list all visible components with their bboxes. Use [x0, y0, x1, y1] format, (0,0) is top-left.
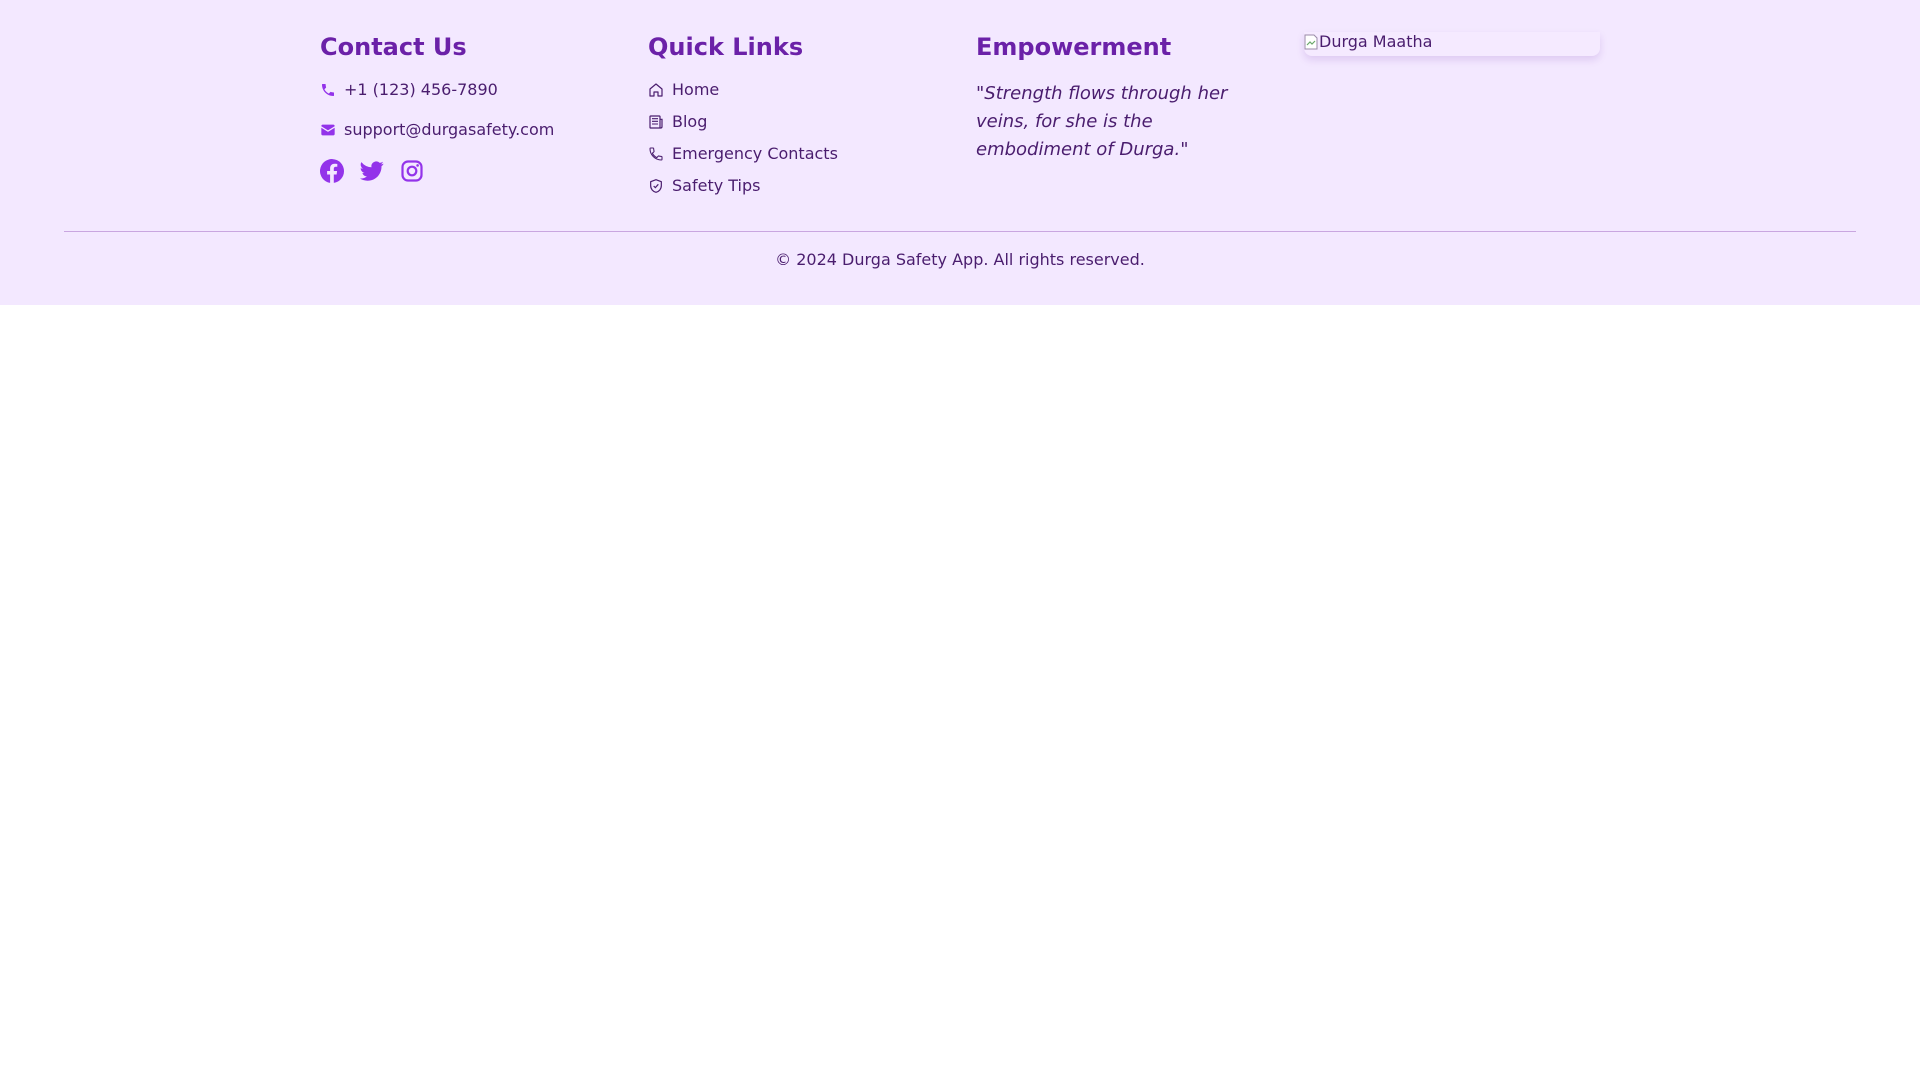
broken-image-icon — [1304, 34, 1318, 50]
blog-icon — [648, 114, 664, 130]
contact-email[interactable]: support@durgasafety.com — [320, 120, 554, 139]
link-safety-tips[interactable]: Safety Tips — [648, 176, 760, 195]
quick-links-section: Quick Links Home Blog Emergency Contacts — [648, 30, 948, 195]
phone-outline-icon — [648, 146, 664, 162]
empowerment-section: Empowerment "Strength flows through her … — [976, 30, 1266, 160]
link-emergency-contacts-label: Emergency Contacts — [672, 144, 838, 163]
empowerment-quote: "Strength flows through her veins, for s… — [976, 83, 1228, 160]
contact-heading: Contact Us — [320, 33, 467, 61]
social-links — [320, 159, 440, 183]
footer-columns: Contact Us +1 (123) 456-7890 support@dur… — [320, 30, 1620, 210]
shield-icon — [648, 178, 664, 194]
link-home-label: Home — [672, 80, 720, 99]
contact-section: Contact Us +1 (123) 456-7890 support@dur… — [320, 30, 620, 183]
image-alt-text: Durga Maatha — [1319, 32, 1433, 51]
phone-icon — [320, 82, 336, 98]
envelope-icon — [320, 122, 336, 138]
link-blog[interactable]: Blog — [648, 112, 707, 131]
email-address: support@durgasafety.com — [344, 120, 555, 139]
facebook-icon[interactable] — [320, 159, 344, 183]
link-home[interactable]: Home — [648, 80, 719, 99]
twitter-icon[interactable] — [360, 159, 384, 183]
instagram-icon[interactable] — [400, 159, 424, 183]
contact-phone[interactable]: +1 (123) 456-7890 — [320, 80, 498, 99]
link-blog-label: Blog — [672, 112, 708, 131]
copyright-text: © 2024 Durga Safety App. All rights rese… — [775, 250, 1145, 269]
link-safety-tips-label: Safety Tips — [672, 176, 761, 195]
empowerment-heading: Empowerment — [976, 33, 1172, 61]
site-footer: Contact Us +1 (123) 456-7890 support@dur… — [0, 0, 1920, 305]
durga-image: Durga Maatha — [1304, 32, 1600, 56]
phone-number: +1 (123) 456-7890 — [344, 80, 498, 99]
link-emergency-contacts[interactable]: Emergency Contacts — [648, 144, 838, 163]
home-icon — [648, 82, 664, 98]
quick-links-heading: Quick Links — [648, 33, 804, 61]
footer-divider — [64, 231, 1856, 232]
